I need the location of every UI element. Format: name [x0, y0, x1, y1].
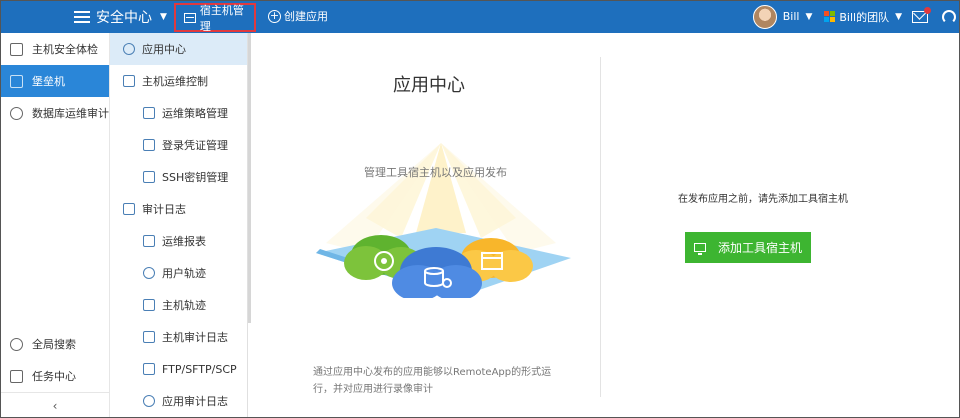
topbar-right: Bill ▼ Bill的团队 ▼: [752, 0, 960, 33]
add-tool-host-button[interactable]: 添加工具宿主机: [685, 232, 811, 263]
sidebar-item-ops-policy[interactable]: 运维策略管理: [110, 97, 247, 129]
sidebar-item-task-center[interactable]: 任务中心: [0, 360, 110, 392]
chevron-down-icon[interactable]: ▼: [895, 12, 902, 22]
plus-circle-icon: +: [268, 8, 281, 23]
avatar[interactable]: [752, 4, 777, 29]
database-icon: [10, 106, 23, 120]
sidebar-item-label: 登录凭证管理: [162, 139, 228, 152]
log-icon: [123, 203, 135, 215]
user-name[interactable]: Bill: [783, 10, 800, 23]
monitor-icon: [693, 243, 706, 255]
sidebar-item-label: SSH密钥管理: [162, 171, 229, 184]
support-headset-icon[interactable]: [942, 9, 956, 24]
sidebar-item-label: 任务中心: [32, 370, 76, 383]
sidebar-item-host-audit-log[interactable]: 主机审计日志: [110, 321, 247, 353]
team-name[interactable]: Bill的团队: [839, 9, 889, 25]
sidebar-item-label: 用户轨迹: [162, 267, 206, 280]
sidebar-item-db-audit[interactable]: 数据库运维审计: [0, 97, 109, 129]
secondary-sidebar: 应用中心 主机运维控制 运维策略管理 登录凭证管理 SSH密钥管理 审计日志 运…: [110, 33, 248, 418]
primary-sidebar: 主机安全体检 堡垒机 数据库运维审计 全局搜索 任务中心 ‹: [0, 33, 110, 418]
app-log-icon: [143, 395, 155, 407]
notification-dot: [924, 6, 931, 14]
sidebar-item-app-center[interactable]: 应用中心: [110, 33, 247, 65]
sidebar-item-label: 主机轨迹: [162, 299, 206, 312]
create-app-label: 创建应用: [284, 10, 328, 23]
shield-icon: [143, 107, 155, 119]
sidebar-item-bastion[interactable]: 堡垒机: [0, 65, 109, 97]
shield-check-icon: [10, 42, 23, 56]
sidebar-item-ftp-sftp-scp[interactable]: FTP/SFTP/SCP: [110, 353, 247, 385]
sidebar-item-label: 主机审计日志: [162, 331, 228, 344]
sidebar-bottom: 全局搜索 任务中心 ‹: [0, 328, 110, 418]
key-icon: [143, 171, 155, 183]
dashboard-icon: [123, 43, 135, 55]
monitor-shield-icon: [123, 75, 135, 87]
task-icon: [10, 369, 23, 383]
credential-icon: [143, 139, 155, 151]
chevron-left-icon: ‹: [52, 398, 58, 413]
sidebar-item-ops-report[interactable]: 运维报表: [110, 225, 247, 257]
page-subtitle: 管理工具宿主机以及应用发布: [364, 166, 507, 179]
sidebar-item-label: 运维策略管理: [162, 107, 228, 120]
divider: [600, 57, 601, 397]
chevron-down-icon[interactable]: ▼: [160, 12, 167, 22]
mail-icon[interactable]: [912, 6, 931, 23]
app-center-description: 通过应用中心发布的应用能够以RemoteApp的形式运行，并对应用进行录像审计: [313, 367, 552, 395]
menu-icon[interactable]: [74, 10, 90, 23]
main-content: 应用中心 管理工具宿主机以及应用发布 通过应用中心发布的应用能够以RemoteA…: [251, 33, 960, 418]
add-tool-host-label: 添加工具宿主机: [717, 241, 802, 255]
report-icon: [143, 235, 155, 247]
sidebar-item-user-trace[interactable]: 用户轨迹: [110, 257, 247, 289]
server-icon: [184, 12, 196, 23]
collapse-sidebar-button[interactable]: ‹: [0, 392, 110, 418]
sidebar-item-app-audit-log[interactable]: 应用审计日志: [110, 385, 247, 417]
sidebar-item-login-credentials[interactable]: 登录凭证管理: [110, 129, 247, 161]
sidebar-item-label: 应用审计日志: [162, 395, 228, 408]
sidebar-item-host-ops-control[interactable]: 主机运维控制: [110, 65, 247, 97]
sidebar-item-global-search[interactable]: 全局搜索: [0, 328, 110, 360]
sidebar-item-label: 堡垒机: [32, 75, 65, 88]
sidebar-item-label: 数据库运维审计: [32, 107, 109, 120]
sidebar-item-label: FTP/SFTP/SCP: [162, 362, 237, 376]
sidebar-item-label: 应用中心: [142, 43, 186, 56]
bastion-icon: [10, 74, 23, 88]
app-center-illustration: [316, 143, 571, 298]
sidebar-item-host-trace[interactable]: 主机轨迹: [110, 289, 247, 321]
create-app-button[interactable]: + 创建应用: [268, 8, 328, 24]
search-icon: [10, 337, 23, 351]
add-host-notice: 在发布应用之前，请先添加工具宿主机: [678, 194, 848, 205]
sidebar-item-label: 审计日志: [142, 203, 186, 216]
sidebar-item-label: 主机运维控制: [142, 75, 208, 88]
sidebar-item-label: 主机安全体检: [32, 43, 98, 56]
sidebar-item-ssh-keys[interactable]: SSH密钥管理: [110, 161, 247, 193]
team-logo-icon: [824, 11, 836, 22]
sidebar-item-audit-logs[interactable]: 审计日志: [110, 193, 247, 225]
user-icon: [143, 267, 155, 279]
top-bar: 安全中心 ▼ 宿主机管理 + 创建应用 Bill ▼ Bill的团队 ▼: [0, 0, 960, 33]
page-title: 应用中心: [393, 75, 465, 96]
sidebar-item-label: 运维报表: [162, 235, 206, 248]
file-transfer-icon: [143, 363, 155, 375]
host-trace-icon: [143, 299, 155, 311]
sidebar-item-label: 全局搜索: [32, 338, 76, 351]
monitor-icon: [143, 331, 155, 343]
chevron-down-icon[interactable]: ▼: [805, 12, 812, 22]
host-management-button[interactable]: 宿主机管理: [174, 3, 256, 33]
host-management-label: 宿主机管理: [199, 3, 244, 33]
sidebar-item-host-check[interactable]: 主机安全体检: [0, 33, 109, 65]
app-title[interactable]: 安全中心: [96, 7, 152, 27]
